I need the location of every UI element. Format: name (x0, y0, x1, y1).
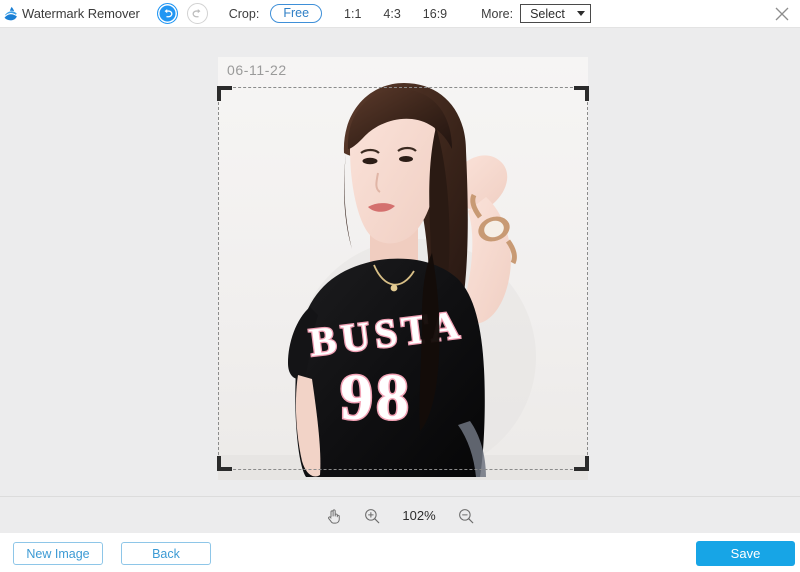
ratio-option-4-3[interactable]: 4:3 (383, 7, 400, 21)
history-tools (156, 3, 208, 24)
zoom-in-icon[interactable] (363, 507, 381, 525)
more-label: More: (481, 6, 514, 21)
photo-preview[interactable]: BUSTA 98 06-11-22 (217, 57, 589, 480)
app-title: Watermark Remover (22, 6, 140, 21)
back-button[interactable]: Back (121, 542, 211, 565)
crop-handle-top-left[interactable] (217, 86, 232, 101)
close-icon[interactable] (772, 4, 792, 24)
brand: Watermark Remover (2, 4, 140, 24)
crop-selection[interactable] (217, 86, 589, 471)
zoom-toolbar: 102% (0, 498, 800, 533)
new-image-button[interactable]: New Image (13, 542, 103, 565)
crop-handle-bottom-right[interactable] (574, 456, 589, 471)
footer-bar: New Image Back Save (0, 533, 800, 572)
more-select-value: Select (530, 6, 565, 21)
watermark-remover-window: Watermark Remover Crop: Free 1:1 4:3 16:… (0, 0, 800, 572)
hand-tool-icon[interactable] (325, 507, 343, 525)
undo-arrow-icon[interactable] (156, 3, 178, 24)
editor-canvas: BUSTA 98 06-11-22 (0, 29, 800, 497)
watermark-date: 06-11-22 (227, 62, 287, 78)
crop-handle-bottom-left[interactable] (217, 456, 232, 471)
more-select-dropdown[interactable]: Select (520, 4, 592, 23)
ratio-option-free[interactable]: Free (270, 3, 323, 24)
chevron-down-icon (577, 11, 586, 16)
app-header: Watermark Remover Crop: Free 1:1 4:3 16:… (0, 0, 800, 28)
redo-arrow-icon[interactable] (186, 3, 208, 24)
zoom-out-icon[interactable] (457, 507, 475, 525)
crop-handle-top-right[interactable] (574, 86, 589, 101)
crop-label: Crop: (228, 6, 260, 21)
ratio-option-16-9[interactable]: 16:9 (423, 7, 447, 21)
water-drop-icon (2, 4, 22, 24)
save-button[interactable]: Save (696, 541, 795, 566)
zoom-level: 102% (402, 508, 436, 523)
ratio-option-1-1[interactable]: 1:1 (344, 7, 361, 21)
